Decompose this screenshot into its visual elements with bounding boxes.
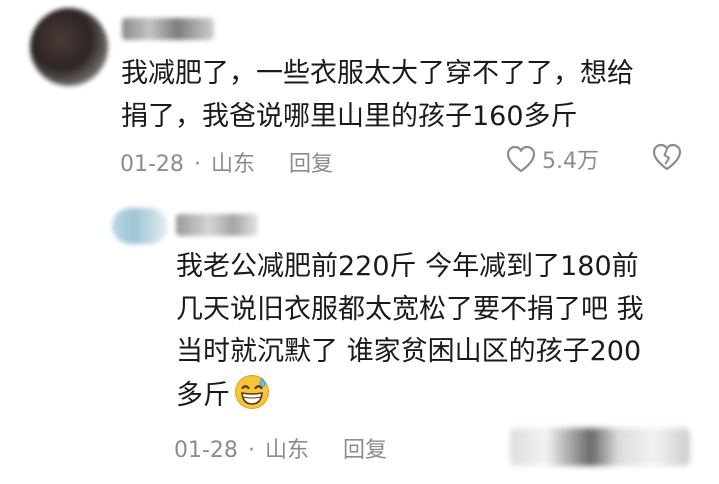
comment-text: 我减肥了，一些衣服太大了穿不了了，想给 捐了，我爸说哪里山里的孩子160多斤 bbox=[121, 52, 634, 138]
dislike-button[interactable] bbox=[652, 143, 682, 175]
comment-location: 山东 bbox=[210, 152, 255, 177]
avatar[interactable] bbox=[30, 8, 108, 86]
comment-1: 我减肥了，一些衣服太大了穿不了了，想给 捐了，我爸说哪里山里的孩子160多斤 0… bbox=[0, 0, 719, 200]
reply-button[interactable]: 回复 bbox=[343, 432, 387, 464]
comment-line: 我老公减肥前220斤 今年减到了180前 bbox=[176, 251, 639, 282]
reply-button[interactable]: 回复 bbox=[289, 146, 333, 178]
comment-date: 01-28 bbox=[120, 152, 184, 177]
comment-text: 我老公减肥前220斤 今年减到了180前 几天说旧衣服都太宽松了要不捐了吧 我 … bbox=[176, 246, 644, 417]
like-count: 5.4万 bbox=[542, 149, 599, 174]
comment-line: 多斤 bbox=[176, 379, 230, 411]
comment-meta: 01-28 · 山东 回复 bbox=[174, 432, 387, 464]
comment-2: 我老公减肥前220斤 今年减到了180前 几天说旧衣服都太宽松了要不捐了吧 我 … bbox=[0, 200, 719, 484]
separator: · bbox=[193, 152, 201, 177]
comment-line: 几天说旧衣服都太宽松了要不捐了吧 我 bbox=[176, 293, 644, 325]
comment-line: 当时就沉默了 谁家贫困山区的孩子200 bbox=[176, 336, 642, 367]
comment-line-last: 多斤 bbox=[176, 374, 644, 418]
avatar[interactable] bbox=[112, 208, 168, 244]
heart-icon bbox=[506, 145, 536, 173]
comment-location: 山东 bbox=[264, 438, 309, 463]
username-blurred[interactable] bbox=[122, 18, 214, 40]
like-actions-blurred bbox=[510, 428, 690, 466]
username-blurred[interactable] bbox=[176, 214, 258, 236]
grinning-sweat-emoji bbox=[235, 374, 269, 409]
separator: · bbox=[247, 438, 255, 463]
comment-line: 我减肥了，一些衣服太大了穿不了了，想给 bbox=[121, 58, 634, 89]
broken-heart-icon bbox=[652, 143, 682, 171]
comment-line: 捐了，我爸说哪里山里的孩子160多斤 bbox=[121, 101, 578, 132]
comment-meta: 01-28 · 山东 回复 bbox=[120, 146, 333, 178]
like-button[interactable]: 5.4万 bbox=[506, 143, 599, 175]
comment-date: 01-28 bbox=[174, 438, 238, 463]
